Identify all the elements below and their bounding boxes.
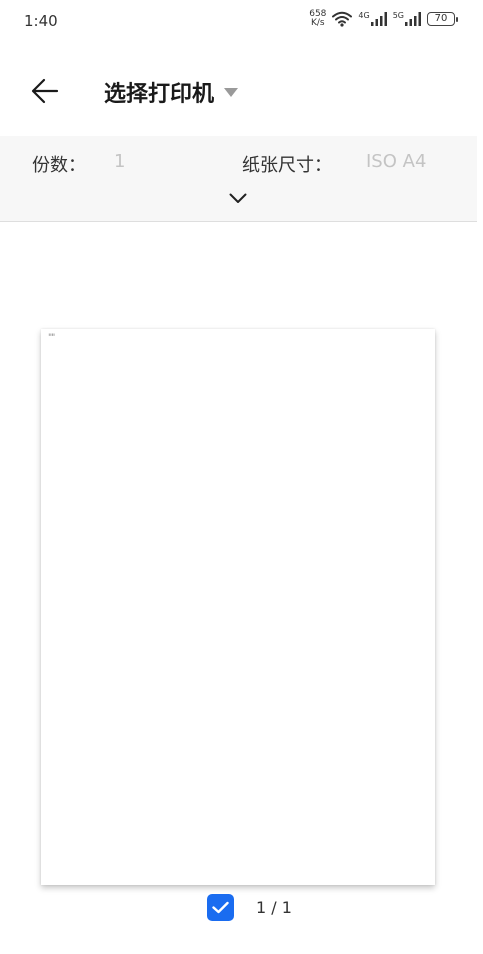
sim1-network-type: 4G: [358, 11, 370, 20]
toolbar: 选择打印机: [0, 58, 483, 122]
signal-icon: [370, 12, 387, 26]
sim2-signal: 5G: [393, 12, 421, 26]
sim2-network-type: 5G: [392, 11, 404, 20]
printer-selector[interactable]: 选择打印机: [104, 76, 239, 108]
page-title: 选择打印机: [104, 82, 215, 107]
print-preview-page[interactable]: "": [41, 329, 435, 885]
back-button[interactable]: [26, 72, 64, 110]
network-speed-unit: K/s: [311, 18, 325, 28]
expand-options-button[interactable]: [226, 188, 250, 208]
page-content-text: "": [48, 333, 55, 343]
status-time: 1:40: [24, 12, 58, 30]
wifi-icon: [332, 11, 353, 27]
page-select-checkbox[interactable]: [207, 894, 234, 921]
battery-icon: 70: [427, 12, 458, 26]
paper-size-value[interactable]: ISO A4: [366, 151, 426, 172]
print-screen: 1:40 658 K/s 4G 5G 70 选择打印机 份数： 1 纸张尺寸： …: [0, 0, 483, 954]
chevron-down-icon: [229, 193, 247, 203]
status-bar: 1:40 658 K/s 4G 5G 70: [0, 0, 483, 44]
paper-size-label: 纸张尺寸：: [242, 155, 332, 176]
dropdown-triangle-icon: [224, 87, 239, 97]
page-footer: 1 / 1: [0, 894, 483, 922]
checkmark-icon: [212, 901, 229, 914]
page-counter: 1 / 1: [256, 898, 292, 917]
battery-level: 70: [434, 13, 448, 24]
print-options-panel: 份数： 纸张尺寸： ISO A4: [0, 136, 477, 222]
signal-icon: [405, 12, 421, 26]
network-speed: 658 K/s: [309, 10, 326, 28]
status-icons: 658 K/s 4G 5G 70: [309, 10, 458, 28]
back-arrow-icon: [31, 78, 59, 104]
copies-label: 份数：: [32, 155, 86, 176]
copies-input[interactable]: [114, 151, 204, 172]
sim1-signal: 4G: [358, 11, 387, 26]
